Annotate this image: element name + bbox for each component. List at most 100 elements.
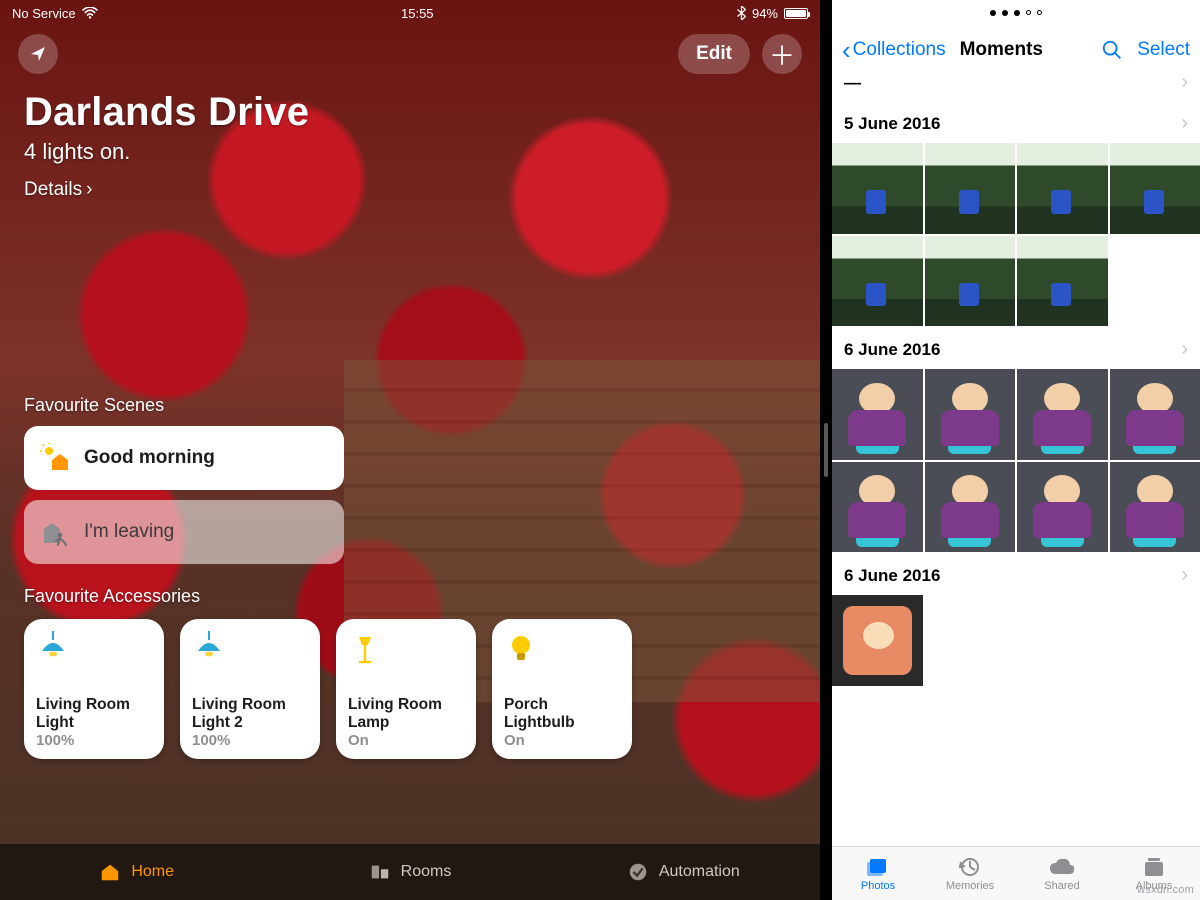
person-leaving-icon — [40, 517, 70, 547]
chevron-right-icon: › — [86, 179, 92, 201]
moment-date: 6 June 2016 — [844, 340, 940, 360]
photo-thumbnail[interactable] — [1017, 369, 1108, 460]
photo-thumbnail[interactable] — [925, 143, 1016, 234]
bluetooth-icon — [737, 6, 746, 20]
photo-thumbnail[interactable] — [832, 462, 923, 553]
tab-label: Home — [131, 863, 174, 881]
wifi-icon — [82, 7, 98, 19]
chevron-right-icon: › — [1181, 338, 1188, 361]
edit-button[interactable]: Edit — [678, 34, 750, 74]
memories-icon — [957, 856, 983, 878]
watermark: wsxdn.com — [1137, 884, 1194, 896]
empty-cell — [1110, 595, 1200, 686]
moment-header-partial[interactable]: — › — [832, 74, 1200, 102]
photo-thumbnail[interactable] — [832, 595, 923, 686]
photo-thumbnail[interactable] — [1110, 143, 1200, 234]
tab-label: Memories — [946, 880, 994, 892]
home-title: Darlands Drive — [24, 90, 796, 135]
photo-thumbnail[interactable] — [1110, 369, 1200, 460]
plus-icon: ＋ — [769, 36, 795, 73]
tab-memories[interactable]: Memories — [924, 847, 1016, 900]
pendant-light-icon — [36, 631, 70, 665]
select-button[interactable]: Select — [1137, 39, 1190, 61]
accessory-porch-lightbulb[interactable]: Porch Lightbulb On — [492, 619, 632, 759]
search-icon — [1101, 39, 1123, 61]
photo-thumbnail[interactable] — [1017, 236, 1108, 327]
home-tabbar: Home Rooms Automation — [0, 844, 820, 900]
carrier-label: No Service — [12, 6, 76, 21]
photo-thumbnail[interactable] — [832, 236, 923, 327]
back-collections-button[interactable]: ‹ Collections — [842, 39, 946, 61]
thumb-grid-6-june-b — [832, 595, 1200, 688]
tab-label: Shared — [1044, 880, 1079, 892]
back-label: Collections — [853, 39, 946, 61]
battery-icon — [784, 8, 808, 19]
tab-automation[interactable]: Automation — [547, 844, 820, 900]
battery-pct-label: 94% — [752, 6, 778, 21]
add-button[interactable]: ＋ — [762, 34, 802, 74]
accessory-state: 100% — [36, 732, 152, 749]
split-view-handle[interactable] — [820, 0, 832, 900]
location-button[interactable] — [18, 34, 58, 74]
accessory-living-room-light-2[interactable]: Living Room Light 2 100% — [180, 619, 320, 759]
photo-thumbnail[interactable] — [1110, 462, 1200, 553]
photos-title: Moments — [960, 39, 1043, 61]
empty-cell — [1110, 236, 1200, 327]
scene-label: Good morning — [84, 447, 215, 469]
accessory-name: Living Room Light — [36, 696, 152, 732]
accessory-state: 100% — [192, 732, 308, 749]
photos-scroll[interactable]: — › 5 June 2016 › 6 June 2016 › — [832, 74, 1200, 846]
search-button[interactable] — [1101, 39, 1123, 61]
rooms-icon — [369, 861, 391, 883]
accessory-living-room-light[interactable]: Living Room Light 100% — [24, 619, 164, 759]
moment-header-5-june[interactable]: 5 June 2016 › — [832, 102, 1200, 143]
moment-header-6-june-a[interactable]: 6 June 2016 › — [832, 328, 1200, 369]
photos-stack-icon — [865, 856, 891, 878]
photos-navbar: ‹ Collections Moments Select — [832, 26, 1200, 74]
clock-label: 15:55 — [98, 6, 737, 21]
thumb-grid-6-june-a — [832, 369, 1200, 554]
accessories-section-label: Favourite Accessories — [0, 586, 820, 607]
photo-thumbnail[interactable] — [925, 462, 1016, 553]
accessory-state: On — [348, 732, 464, 749]
photo-thumbnail[interactable] — [1017, 462, 1108, 553]
tab-rooms[interactable]: Rooms — [273, 844, 546, 900]
home-header: Darlands Drive 4 lights on. Details › — [0, 82, 820, 201]
tab-photos[interactable]: Photos — [832, 847, 924, 900]
albums-icon — [1141, 856, 1167, 878]
automation-icon — [627, 861, 649, 883]
empty-cell — [1017, 595, 1108, 686]
photo-thumbnail[interactable] — [832, 143, 923, 234]
details-link[interactable]: Details › — [24, 179, 92, 201]
chevron-right-icon: › — [1181, 74, 1188, 94]
tab-shared[interactable]: Shared — [1016, 847, 1108, 900]
photo-thumbnail[interactable] — [1017, 143, 1108, 234]
pendant-light-icon — [192, 631, 226, 665]
photo-thumbnail[interactable] — [925, 236, 1016, 327]
scene-good-morning[interactable]: Good morning — [24, 426, 344, 490]
lightbulb-icon — [504, 631, 538, 665]
accessory-name: Porch Lightbulb — [504, 696, 620, 732]
empty-cell — [925, 595, 1016, 686]
accessory-state: On — [504, 732, 620, 749]
floor-lamp-icon — [348, 631, 382, 665]
scene-im-leaving[interactable]: I'm leaving — [24, 500, 344, 564]
scenes-section-label: Favourite Scenes — [0, 395, 820, 416]
photo-thumbnail[interactable] — [832, 369, 923, 460]
accessory-living-room-lamp[interactable]: Living Room Lamp On — [336, 619, 476, 759]
tab-home[interactable]: Home — [0, 844, 273, 900]
details-label: Details — [24, 179, 82, 201]
photos-app-pane: ‹ Collections Moments Select — › 5 June … — [832, 0, 1200, 900]
accessory-name: Living Room Light 2 — [192, 696, 308, 732]
home-icon — [99, 861, 121, 883]
accessory-name: Living Room Lamp — [348, 696, 464, 732]
accessories-row: Living Room Light 100% Living Room Light… — [0, 607, 820, 759]
moment-date: 5 June 2016 — [844, 114, 940, 134]
scene-label: I'm leaving — [84, 521, 174, 543]
photo-thumbnail[interactable] — [925, 369, 1016, 460]
moment-header-6-june-b[interactable]: 6 June 2016 › — [832, 554, 1200, 595]
home-app-pane: No Service 15:55 94% Edit ＋ — [0, 0, 820, 900]
status-bar: No Service 15:55 94% — [0, 0, 820, 26]
tab-label: Photos — [861, 880, 895, 892]
signal-dots-icon — [990, 10, 1042, 16]
